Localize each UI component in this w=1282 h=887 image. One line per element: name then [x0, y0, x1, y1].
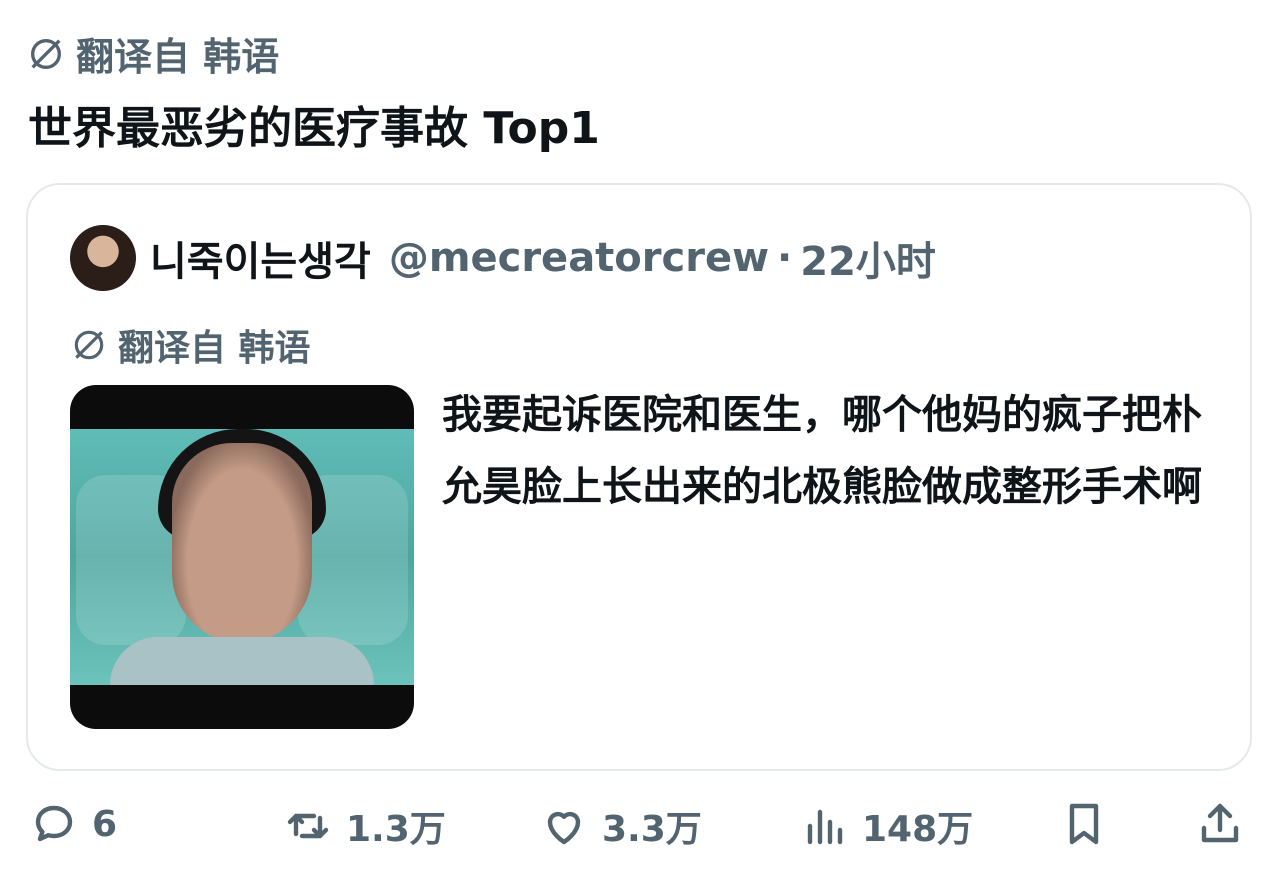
like-count: 3.3万: [602, 809, 702, 850]
reply-icon: [35, 805, 73, 842]
bookmark-button[interactable]: [1060, 800, 1108, 848]
view-count: 148万: [862, 809, 974, 850]
like-button[interactable]: 3.3万: [540, 800, 702, 852]
quoted-post-text: 我要起诉医院和医生，哪个他妈的疯子把朴允昊脸上长出来的北极熊脸做成整形手术啊: [442, 392, 1202, 510]
repost-button[interactable]: 1.3万: [284, 800, 446, 852]
media-face: [172, 443, 312, 643]
reply-count: 6: [92, 803, 118, 845]
quoted-translation-note-label: 翻译自 韩语: [118, 328, 311, 369]
avatar[interactable]: [70, 225, 136, 291]
heart-icon: [547, 811, 581, 845]
bookmark-icon: [1069, 803, 1099, 845]
repost-icon: [287, 813, 329, 839]
translate-icon: [74, 330, 104, 360]
post-text: 世界最恶劣的医疗事故 Top1: [28, 103, 600, 154]
share-button[interactable]: [1196, 800, 1244, 848]
views-icon: [807, 809, 843, 845]
separator-dot: ·: [777, 235, 793, 281]
quoted-timestamp[interactable]: 22小时: [800, 229, 936, 287]
translation-note-label: 翻译自 韩语: [76, 35, 280, 79]
quoted-media-thumbnail[interactable]: [70, 385, 414, 729]
quoted-post-card[interactable]: 니죽이는생각 @mecreatorcrew · 22小时 翻译自 韩语 我要起诉…: [26, 183, 1252, 771]
repost-count: 1.3万: [346, 809, 446, 850]
translate-icon: [31, 38, 61, 69]
views-button[interactable]: 148万: [800, 800, 973, 852]
share-icon: [1201, 803, 1239, 843]
quoted-handle[interactable]: @mecreatorcrew: [389, 235, 769, 281]
action-bar: 6 1.3万 3.3万 148万: [0, 800, 1282, 860]
media-shirt: [110, 637, 374, 685]
translation-note[interactable]: 翻译自 韩语: [26, 26, 279, 81]
quoted-translation-note[interactable]: 翻译自 韩语: [70, 319, 311, 371]
quoted-post-header: 니죽이는생각 @mecreatorcrew · 22小时: [70, 225, 936, 291]
quoted-display-name[interactable]: 니죽이는생각: [150, 229, 371, 287]
reply-button[interactable]: 6: [30, 800, 117, 848]
